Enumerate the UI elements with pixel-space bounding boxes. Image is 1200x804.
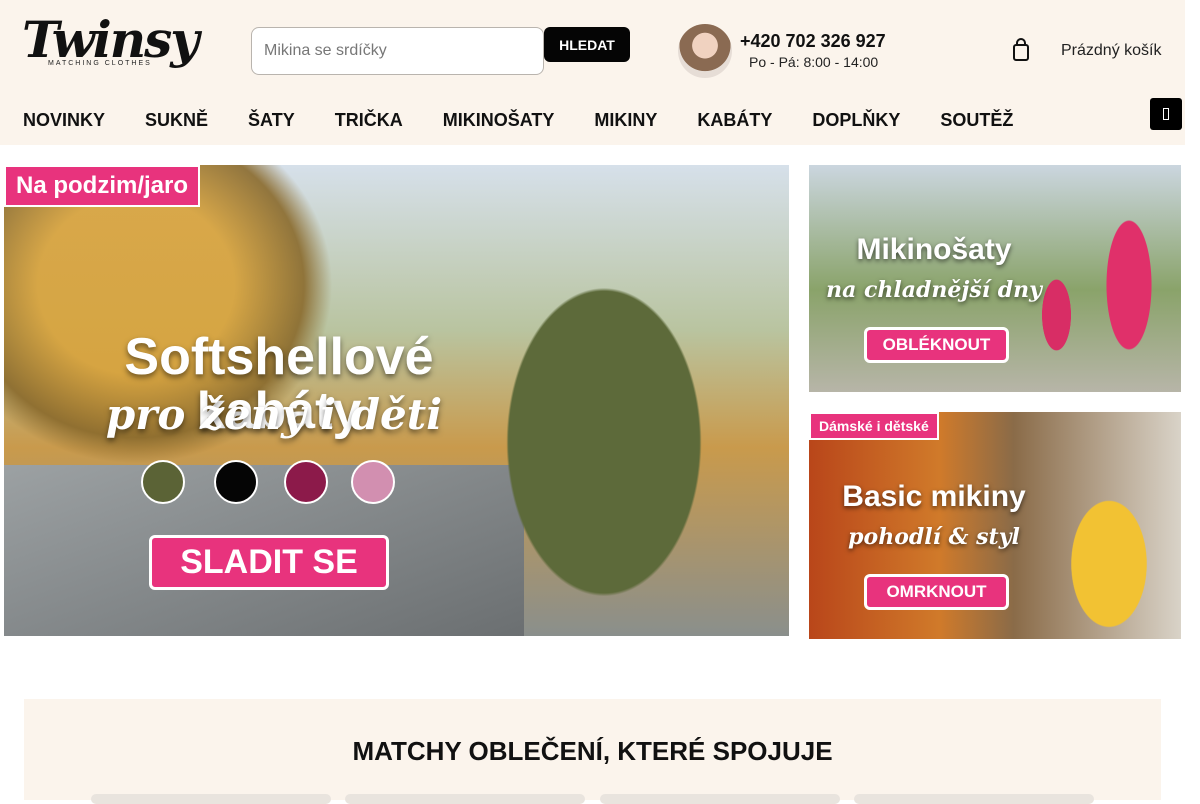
side-banner-cta-button[interactable]: OMRKNOUT bbox=[864, 574, 1009, 610]
side-banner-title: Mikinošaty bbox=[856, 233, 1012, 266]
search-button[interactable]: HLEDAT bbox=[544, 27, 630, 62]
color-swatch-pink bbox=[351, 460, 395, 504]
promo-card[interactable] bbox=[91, 794, 331, 804]
color-swatch-burgundy bbox=[284, 460, 328, 504]
nav-item-doplnky[interactable]: DOPLŇKY bbox=[812, 110, 900, 134]
nav-item-novinky[interactable]: NOVINKY bbox=[23, 110, 105, 134]
promo-section: MATCHY OBLEČENÍ, KTERÉ SPOJUJE bbox=[24, 699, 1161, 804]
main-nav: NOVINKY SUKNĚ ŠATY TRIČKA MIKINOŠATY MIK… bbox=[23, 110, 1053, 134]
banner-season-tag: Na podzim/jaro bbox=[4, 165, 201, 207]
nav-item-saty[interactable]: ŠATY bbox=[248, 110, 295, 134]
nav-item-sukne[interactable]: SUKNĚ bbox=[145, 110, 208, 134]
promo-card[interactable] bbox=[345, 794, 585, 804]
nav-toggle-button[interactable] bbox=[1150, 98, 1182, 130]
search-input[interactable] bbox=[251, 27, 544, 75]
promo-card[interactable] bbox=[600, 794, 840, 804]
nav-item-tricka[interactable]: TRIČKA bbox=[335, 110, 403, 134]
site-header: Twinsy MATCHING CLOTHES HLEDAT +420 702 … bbox=[0, 0, 1185, 145]
promo-title: MATCHY OBLEČENÍ, KTERÉ SPOJUJE bbox=[352, 736, 833, 766]
banner-cta-button[interactable]: SLADIT SE bbox=[149, 535, 389, 590]
promo-card[interactable] bbox=[854, 794, 1094, 804]
logo-wordmark: Twinsy bbox=[22, 10, 199, 69]
nav-item-soutez[interactable]: SOUTĚŽ bbox=[940, 110, 1013, 134]
contact-hours: Po - Pá: 8:00 - 14:00 bbox=[749, 54, 879, 70]
color-swatch-olive bbox=[141, 460, 185, 504]
contact-phone[interactable]: +420 702 326 927 bbox=[740, 31, 886, 52]
side-banner-tag: Dámské i dětské bbox=[809, 412, 939, 440]
color-swatch-black bbox=[214, 460, 258, 504]
side-banner-cta-button[interactable]: OBLÉKNOUT bbox=[864, 327, 1009, 363]
side-banner-mikinosaty[interactable]: Mikinošaty na chladnější dny OBLÉKNOUT bbox=[809, 165, 1181, 392]
side-banner-title: Basic mikiny bbox=[842, 480, 1026, 513]
toggle-icon bbox=[1163, 108, 1169, 120]
banner-subtitle: pro ženy i děti bbox=[105, 390, 443, 439]
search-bar: HLEDAT bbox=[251, 27, 631, 75]
side-banner-subtitle: na chladnější dny bbox=[826, 277, 1042, 303]
site-logo[interactable]: Twinsy MATCHING CLOTHES bbox=[22, 10, 199, 80]
banner-photo-woman bbox=[1054, 472, 1164, 639]
hero-banner-softshell[interactable]: Na podzim/jaro Softshellové kabáty pro ž… bbox=[4, 165, 789, 636]
cart-link[interactable]: Prázdný košík bbox=[1061, 42, 1161, 60]
support-avatar bbox=[678, 24, 732, 78]
banner-photo-woman bbox=[1094, 185, 1164, 385]
cart-icon[interactable] bbox=[1012, 38, 1030, 62]
side-banner-basic-mikiny[interactable]: Dámské i dětské Basic mikiny pohodlí & s… bbox=[809, 412, 1181, 639]
nav-item-kabaty[interactable]: KABÁTY bbox=[697, 110, 772, 134]
nav-item-mikinosaty[interactable]: MIKINOŠATY bbox=[443, 110, 555, 134]
nav-item-mikiny[interactable]: MIKINY bbox=[594, 110, 657, 134]
side-banner-subtitle: pohodlí & styl bbox=[848, 524, 1020, 550]
